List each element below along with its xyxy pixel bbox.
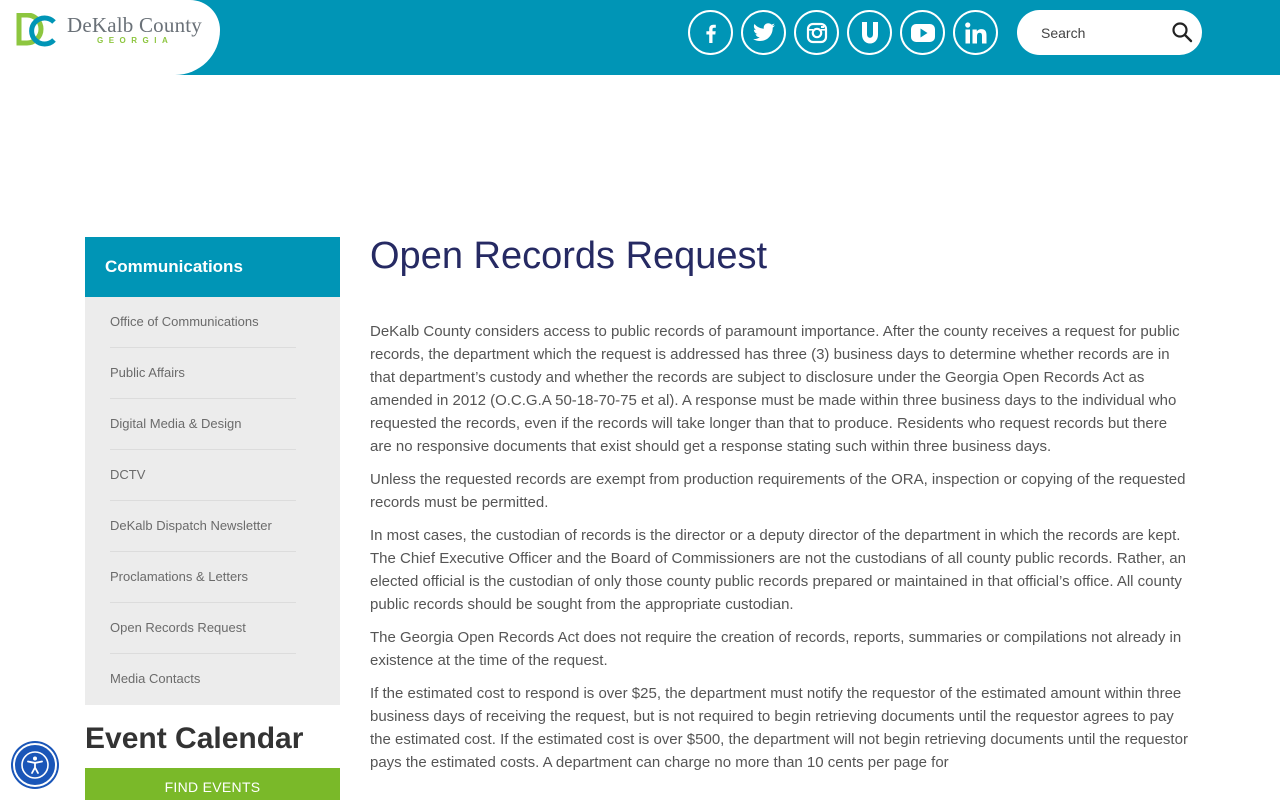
- sidebar-item-proclamations-letters[interactable]: Proclamations & Letters: [110, 552, 296, 603]
- facebook-icon[interactable]: [688, 10, 733, 55]
- dekalb-logo-icon: [16, 13, 56, 47]
- sidebar-nav: Office of Communications Public Affairs …: [85, 297, 340, 705]
- content-paragraph: If the estimated cost to respond is over…: [370, 685, 1188, 771]
- content-paragraph: DeKalb County considers access to public…: [370, 323, 1180, 455]
- content-paragraph: The Georgia Open Records Act does not re…: [370, 629, 1182, 669]
- sidebar-item-office-of-communications[interactable]: Office of Communications: [110, 297, 296, 348]
- sidebar-item-dctv[interactable]: DCTV: [110, 450, 296, 501]
- youtube-icon[interactable]: [900, 10, 945, 55]
- sidebar-item-open-records-request[interactable]: Open Records Request: [110, 603, 296, 654]
- accessibility-button[interactable]: [13, 743, 57, 787]
- search-icon[interactable]: [1170, 20, 1194, 44]
- logo-county-name: DeKalb County: [67, 13, 202, 37]
- logo-link[interactable]: DeKalb County GEORGIA: [0, 0, 220, 75]
- sidebar-heading[interactable]: Communications: [85, 237, 340, 297]
- logo-state-name: GEORGIA: [97, 36, 174, 45]
- accessibility-icon: [21, 751, 49, 779]
- site-header: DeKalb County GEORGIA: [0, 0, 1280, 75]
- search-input[interactable]: [1041, 22, 1161, 44]
- sidebar-item-dekalb-dispatch-newsletter[interactable]: DeKalb Dispatch Newsletter: [110, 501, 296, 552]
- sidebar-item-public-affairs[interactable]: Public Affairs: [110, 348, 296, 399]
- content-paragraph: In most cases, the custodian of records …: [370, 527, 1186, 613]
- content-paragraph: Unless the requested records are exempt …: [370, 471, 1186, 511]
- instagram-icon[interactable]: [794, 10, 839, 55]
- sidebar-item-digital-media-design[interactable]: Digital Media & Design: [110, 399, 296, 450]
- ustream-icon[interactable]: [847, 10, 892, 55]
- sidebar-item-media-contacts[interactable]: Media Contacts: [110, 654, 296, 705]
- event-calendar-title: Event Calendar: [85, 722, 304, 755]
- linkedin-icon[interactable]: [953, 10, 998, 55]
- find-events-button[interactable]: FIND EVENTS: [85, 768, 340, 800]
- page-content: DeKalb County considers access to public…: [370, 320, 1190, 784]
- twitter-icon[interactable]: [741, 10, 786, 55]
- page-title: Open Records Request: [370, 235, 768, 277]
